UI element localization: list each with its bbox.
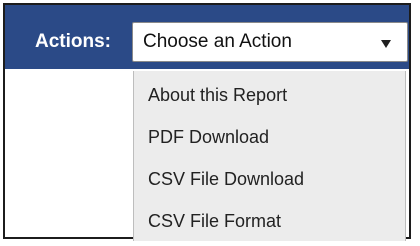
- menu-item-csv-download[interactable]: CSV File Download: [148, 168, 304, 190]
- chevron-down-icon: [381, 40, 391, 48]
- action-select-value: Choose an Action: [143, 31, 292, 52]
- action-dropdown-menu: About this Report PDF Download CSV File …: [133, 71, 406, 241]
- menu-item-about-report[interactable]: About this Report: [148, 84, 287, 106]
- actions-toolbar: Actions: Choose an Action: [5, 5, 409, 69]
- actions-panel: Actions: Choose an Action About this Rep…: [3, 3, 411, 241]
- menu-item-pdf-download[interactable]: PDF Download: [148, 126, 269, 148]
- action-select[interactable]: Choose an Action: [132, 22, 408, 62]
- actions-label: Actions:: [35, 31, 111, 52]
- menu-item-csv-format[interactable]: CSV File Format: [148, 210, 281, 232]
